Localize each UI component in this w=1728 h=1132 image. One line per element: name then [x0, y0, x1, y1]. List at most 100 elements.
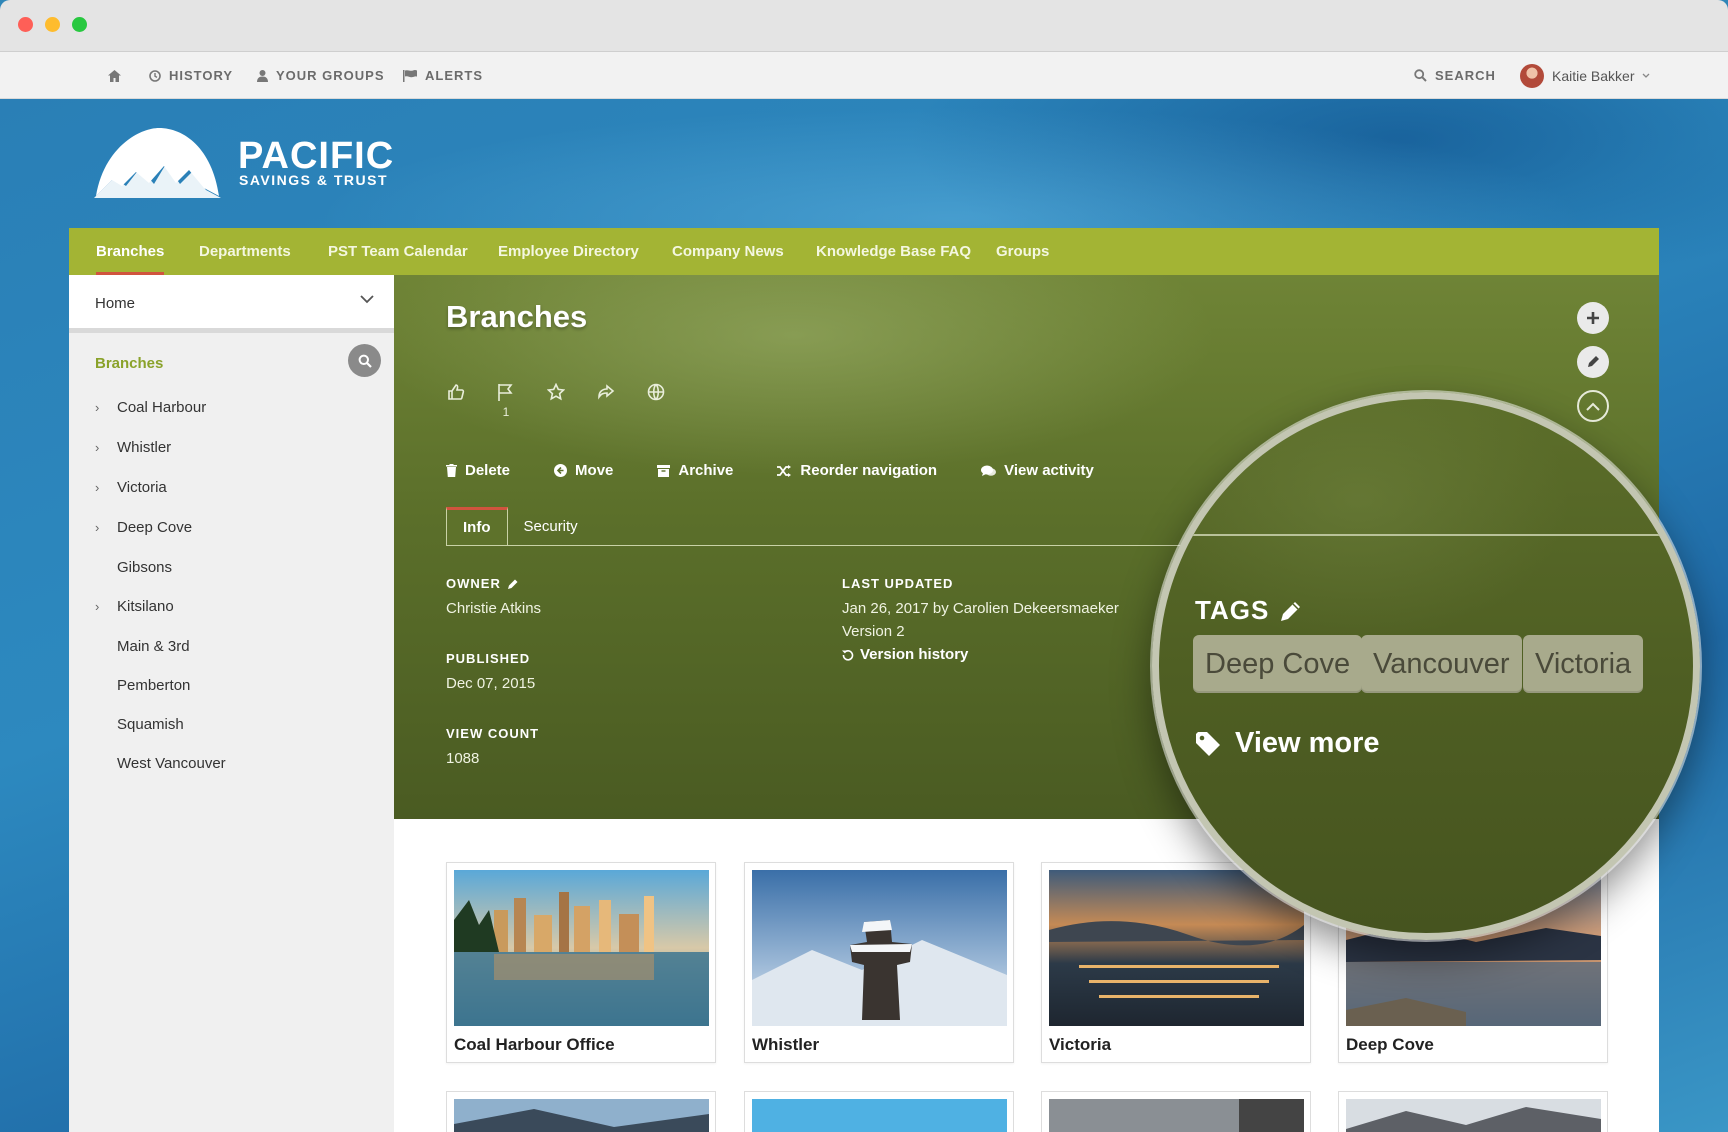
sidebar-item-label: Kitsilano — [117, 597, 174, 615]
sidebar-home-dropdown[interactable]: Home — [69, 275, 394, 333]
archive-button[interactable]: Archive — [657, 462, 733, 479]
sidebar-item-victoria[interactable]: › Victoria — [95, 476, 167, 498]
trash-icon — [446, 464, 457, 477]
utility-bar: HISTORY YOUR GROUPS ALERTS SEARCH Kaitie… — [0, 52, 1728, 99]
your-groups-link[interactable]: YOUR GROUPS — [257, 52, 385, 99]
move-label: Move — [575, 462, 614, 479]
minimize-window-button[interactable] — [45, 17, 60, 32]
delete-button[interactable]: Delete — [446, 462, 510, 479]
sidebar-item-pemberton[interactable]: Pemberton — [95, 674, 190, 696]
home-link[interactable] — [108, 52, 121, 99]
pencil-icon[interactable] — [1279, 599, 1303, 623]
brand-subtitle: SAVINGS & TRUST — [239, 172, 389, 188]
reorder-navigation-button[interactable]: Reorder navigation — [777, 462, 937, 479]
tab-security[interactable]: Security — [508, 507, 594, 546]
card-title: Whistler — [752, 1035, 820, 1054]
view-count-label: VIEW COUNT — [446, 726, 540, 741]
branch-card-row2[interactable] — [1338, 1091, 1608, 1132]
sidebar-item-main-3rd[interactable]: Main & 3rd — [95, 635, 190, 657]
main-navigation: Branches Departments PST Team Calendar E… — [69, 228, 1659, 275]
tag-victoria[interactable]: Victoria — [1523, 635, 1644, 693]
nav-departments[interactable]: Departments — [199, 228, 291, 275]
chevron-right-icon[interactable]: › — [95, 599, 117, 614]
branch-card-coal-harbour[interactable]: Coal Harbour Office — [446, 862, 716, 1063]
sidebar-item-label: Squamish — [117, 715, 184, 733]
add-button[interactable] — [1577, 302, 1609, 334]
tag-deep-cove[interactable]: Deep Cove — [1193, 635, 1363, 693]
history-icon — [842, 649, 854, 661]
nav-employee-directory[interactable]: Employee Directory — [498, 228, 639, 275]
sidebar-item-gibsons[interactable]: Gibsons — [95, 556, 172, 578]
sidebar-home-label: Home — [95, 295, 136, 312]
whistler-photo — [752, 870, 1007, 1026]
maximize-window-button[interactable] — [72, 17, 87, 32]
delete-label: Delete — [465, 462, 511, 479]
reorder-label: Reorder navigation — [800, 462, 938, 479]
sidebar-title[interactable]: Branches — [95, 355, 163, 372]
sidebar-item-deep-cove[interactable]: › Deep Cove — [95, 516, 192, 538]
history-link[interactable]: HISTORY — [149, 52, 233, 99]
published-value: Dec 07, 2015 — [446, 675, 536, 692]
sidebar-item-label: Pemberton — [117, 676, 191, 694]
visibility-button[interactable] — [646, 383, 666, 419]
sidebar-item-label: Victoria — [117, 478, 167, 496]
user-menu[interactable]: Kaitie Bakker — [1520, 52, 1650, 99]
nav-company-news[interactable]: Company News — [672, 228, 784, 275]
history-label: HISTORY — [169, 68, 234, 83]
branch-card-row2[interactable] — [446, 1091, 716, 1132]
share-icon — [598, 384, 615, 400]
tags-label: TAGS — [1195, 595, 1303, 626]
magnifier-divider — [1159, 534, 1693, 536]
owner-label: OWNER — [446, 576, 519, 591]
tag-vancouver[interactable]: Vancouver — [1361, 635, 1522, 693]
close-window-button[interactable] — [18, 17, 33, 32]
sidebar-search-button[interactable] — [348, 344, 381, 377]
chevron-right-icon[interactable]: › — [95, 440, 117, 455]
search-label: SEARCH — [1435, 68, 1496, 83]
reaction-bar: 1 — [446, 383, 666, 419]
tab-info[interactable]: Info — [446, 507, 508, 546]
chevron-right-icon[interactable]: › — [95, 400, 117, 415]
view-count-value: 1088 — [446, 750, 480, 767]
home-icon — [108, 69, 121, 82]
branch-photo — [1346, 1099, 1601, 1132]
shuffle-icon — [777, 464, 792, 477]
chevron-right-icon[interactable]: › — [95, 480, 117, 495]
sidebar-item-squamish[interactable]: Squamish — [95, 713, 184, 735]
edit-button[interactable] — [1577, 346, 1609, 378]
sidebar-item-coal-harbour[interactable]: › Coal Harbour — [95, 396, 206, 418]
search-link[interactable]: SEARCH — [1414, 52, 1496, 99]
user-icon — [257, 69, 268, 82]
follow-flag-button[interactable]: 1 — [496, 383, 516, 419]
archive-icon — [657, 464, 671, 477]
your-groups-label: YOUR GROUPS — [276, 68, 385, 83]
like-button[interactable] — [446, 383, 466, 419]
sidebar-item-kitsilano[interactable]: › Kitsilano — [95, 595, 174, 617]
alerts-link[interactable]: ALERTS — [403, 52, 483, 99]
pencil-icon — [1588, 356, 1599, 367]
victoria-photo — [1049, 870, 1304, 1026]
share-button[interactable] — [596, 383, 616, 419]
chevron-right-icon[interactable]: › — [95, 520, 117, 535]
user-name: Kaitie Bakker — [1552, 67, 1635, 84]
move-button[interactable]: Move — [554, 462, 613, 479]
collapse-button[interactable] — [1577, 390, 1609, 422]
page-actions: Delete Move Archive Reorder navigation V… — [446, 462, 1094, 479]
nav-pst-team-calendar[interactable]: PST Team Calendar — [328, 228, 468, 275]
version-history-link[interactable]: Version history — [842, 646, 968, 663]
branch-card-row2[interactable] — [1041, 1091, 1311, 1132]
view-more-tags-link[interactable]: View more — [1195, 727, 1380, 760]
nav-branches[interactable]: Branches — [96, 228, 165, 275]
sidebar-item-whistler[interactable]: › Whistler — [95, 436, 171, 458]
nav-groups[interactable]: Groups — [996, 228, 1049, 275]
pencil-icon[interactable] — [507, 578, 519, 590]
search-icon — [358, 354, 372, 368]
chevron-down-icon — [1643, 73, 1650, 78]
avatar — [1520, 63, 1544, 88]
branch-card-row2[interactable] — [744, 1091, 1014, 1132]
branch-card-whistler[interactable]: Whistler — [744, 862, 1014, 1063]
nav-knowledge-base-faq[interactable]: Knowledge Base FAQ — [816, 228, 971, 275]
sidebar-item-west-vancouver[interactable]: West Vancouver — [95, 752, 226, 774]
view-activity-button[interactable]: View activity — [981, 462, 1094, 479]
favorite-button[interactable] — [546, 383, 566, 419]
